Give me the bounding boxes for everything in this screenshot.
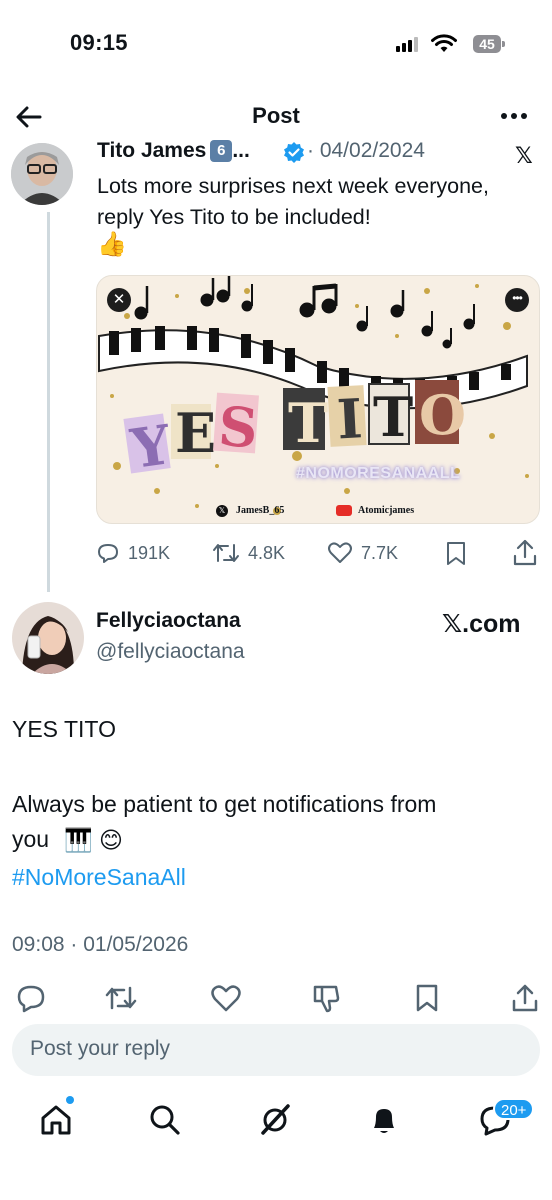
thumbs-up-emoji: 👍 [97,231,127,258]
dislike-icon[interactable] [310,983,342,1013]
media-handle-x: JamesB_65 [236,505,285,516]
wifi-icon [431,34,457,52]
author-name[interactable]: Tito James 6... [97,139,250,163]
battery-nub [502,41,505,47]
svg-text:I: I [335,386,364,451]
battery-icon: 45 [473,35,501,53]
post-date: · 04/02/2024 [307,139,425,162]
author-handle[interactable]: @fellyciaoctana [96,640,245,664]
home-icon[interactable] [38,1102,74,1138]
affiliate-badge: 6 [210,140,233,162]
svg-text:S: S [217,394,260,461]
svg-text:E: E [175,401,216,465]
youtube-icon [336,505,352,516]
avatar[interactable] [12,602,84,674]
post-media-image[interactable]: Y E S T I T O [96,275,540,524]
svg-text:O: O [419,383,466,447]
share-icon[interactable] [510,983,540,1013]
post-emojis: 🎹 😊 [64,827,124,853]
post-source: 𝕏.com [442,610,521,638]
svg-text:T: T [288,391,328,455]
repost-icon [213,544,239,562]
like-count: 7.7K [361,542,399,563]
post-text-line: Always be patient to get notifications f… [12,791,437,817]
post-text-line: you [12,826,50,852]
repost-icon[interactable] [104,983,138,1013]
media-handle-youtube: Atomicjames [358,505,415,516]
bookmark-icon[interactable] [412,983,442,1013]
heart-icon [328,542,352,563]
reply-count: 191K [128,542,171,563]
reply-placeholder: Post your reply [30,1037,171,1060]
search-icon[interactable] [147,1102,183,1138]
media-x-icon: 𝕏 [216,505,228,517]
media-more-icon[interactable]: ••• [505,288,529,312]
media-close-icon[interactable]: ✕ [107,288,131,312]
media-hashtag: #NOMORESANAALL [296,465,461,482]
author-name[interactable]: Fellyciaoctana [96,609,241,633]
share-icon[interactable] [512,539,538,567]
thread-line [47,212,50,592]
bookmark-icon[interactable] [445,541,467,567]
reply-icon [98,544,118,563]
post-timestamp: 09:08 · 01/05/2026 [12,933,189,956]
repost-button[interactable]: 4.8K [212,538,285,568]
grok-icon[interactable] [257,1102,293,1138]
verified-badge-icon [284,142,304,163]
home-notification-dot [66,1096,74,1104]
messages-badge: 20+ [493,1098,535,1120]
x-logo-icon: 𝕏 [515,143,533,168]
status-time: 09:15 [70,30,128,55]
reply-button[interactable]: 191K [96,538,170,568]
notifications-icon[interactable] [366,1102,402,1138]
page-title: Post [252,103,300,128]
avatar[interactable] [11,143,73,205]
like-button[interactable]: 7.7K [327,538,398,568]
repost-count: 4.8K [248,542,286,563]
heart-icon[interactable] [210,983,242,1013]
signal-icon [396,36,420,52]
reply-icon[interactable] [16,983,46,1013]
post-text-line: YES TITO [12,716,116,742]
post-text: Lots more surprises next week everyone, … [97,174,489,229]
more-icon[interactable] [498,101,530,131]
svg-text:T: T [373,385,413,449]
hashtag-link[interactable]: #NoMoreSanaAll [12,864,186,891]
author-name-text: Tito James [97,139,207,162]
name-ellipsis: ... [232,139,250,162]
